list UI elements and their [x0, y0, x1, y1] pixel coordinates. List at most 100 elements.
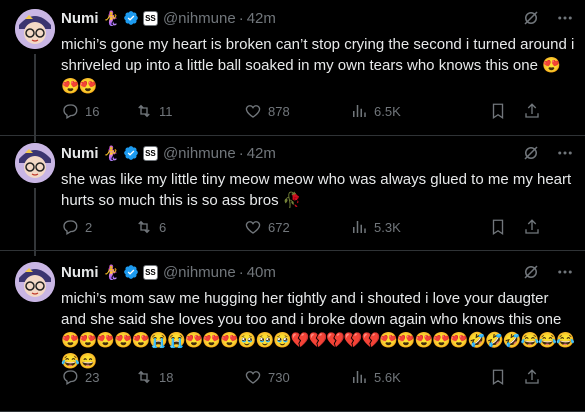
retweet-count: 18	[159, 369, 174, 385]
avatar[interactable]	[15, 143, 55, 183]
separator-dot: ·	[238, 9, 244, 27]
more-options-icon[interactable]	[555, 262, 575, 282]
handle[interactable]: @nihmune	[163, 145, 236, 162]
reply-count: 23	[85, 369, 100, 385]
name-emoji: 🧜‍♀️	[102, 144, 120, 161]
reply-count: 16	[85, 103, 100, 119]
tweet-body: michi’s mom saw me hugging her tightly a…	[61, 290, 562, 328]
retweet-icon	[138, 220, 150, 234]
timestamp[interactable]: 42m	[247, 145, 276, 162]
tweet-body: michi’s gone my heart is broken can’t st…	[61, 36, 575, 74]
bookmark-icon	[492, 219, 504, 236]
display-name[interactable]: Numi	[61, 264, 99, 281]
name-emoji: 🧜‍♀️	[102, 263, 120, 280]
views-button[interactable]: 5.3K	[350, 218, 489, 236]
view-count: 6.5K	[374, 103, 401, 119]
reply-count: 2	[85, 219, 93, 235]
separator-dot: ·	[238, 144, 244, 162]
tweet-header: Numi 🧜‍♀️ SS @nihmune · 40m	[61, 262, 575, 282]
like-button[interactable]: 730	[244, 368, 350, 386]
bookmark-button[interactable]	[489, 218, 523, 236]
share-button[interactable]	[523, 102, 543, 120]
reply-button[interactable]: 2	[61, 218, 135, 236]
reply-button[interactable]: 16	[61, 102, 135, 120]
avatar-image	[15, 9, 55, 49]
tweet[interactable]: Numi 🧜‍♀️ SS @nihmune · 42m she was like…	[0, 136, 585, 256]
views-icon	[353, 105, 366, 117]
reply-icon	[63, 220, 78, 235]
retweet-icon	[138, 104, 150, 118]
heart-icon	[245, 371, 261, 384]
bookmark-icon	[492, 369, 504, 386]
tweet-text: michi’s mom saw me hugging her tightly a…	[61, 288, 575, 372]
name-emoji: 🧜‍♀️	[102, 9, 120, 26]
action-bar: 2 6 672 5.3K	[61, 218, 575, 236]
share-icon	[525, 103, 539, 118]
affiliate-badge[interactable]: SS	[142, 264, 158, 280]
handle[interactable]: @nihmune	[163, 264, 236, 281]
view-count: 5.6K	[374, 369, 401, 385]
avatar-image	[15, 262, 55, 302]
reply-icon	[63, 370, 78, 385]
affiliate-badge[interactable]: SS	[142, 145, 158, 161]
display-name[interactable]: Numi	[61, 10, 99, 27]
tweet-header: Numi 🧜‍♀️ SS @nihmune · 42m	[61, 143, 575, 163]
avatar[interactable]	[15, 262, 55, 302]
retweet-icon	[138, 370, 150, 384]
action-bar: 16 11 878 6.5K	[61, 102, 575, 120]
views-icon	[353, 371, 366, 383]
grok-icon[interactable]	[521, 262, 541, 282]
like-count: 672	[268, 219, 290, 235]
grok-icon[interactable]	[521, 143, 541, 163]
tweet-text: michi’s gone my heart is broken can’t st…	[61, 34, 575, 97]
handle[interactable]: @nihmune	[163, 10, 236, 27]
reply-button[interactable]: 23	[61, 368, 135, 386]
separator-dot: ·	[238, 263, 244, 281]
like-count: 730	[268, 369, 290, 385]
like-button[interactable]: 878	[244, 102, 350, 120]
retweet-button[interactable]: 18	[135, 368, 244, 386]
more-options-icon[interactable]	[555, 8, 575, 28]
retweet-count: 11	[159, 103, 173, 119]
tweet-emojis: 😍😍😍😍😍😭😭😍😍😍🥹🥹🥹💔💔💔💔💔😍😍😍😍😍🤣🤣🤣😂😂😂😂😄	[61, 332, 575, 370]
like-button[interactable]: 672	[244, 218, 350, 236]
verified-badge-icon[interactable]	[123, 264, 139, 280]
bookmark-button[interactable]	[489, 368, 523, 386]
retweet-count: 6	[159, 219, 167, 235]
views-button[interactable]: 5.6K	[350, 368, 489, 386]
share-icon	[525, 219, 539, 234]
verified-badge-icon[interactable]	[123, 10, 139, 26]
views-icon	[353, 221, 366, 233]
heart-icon	[245, 105, 261, 118]
bookmark-icon	[492, 103, 504, 120]
heart-icon	[245, 221, 261, 234]
tweet-emojis: 🥀	[282, 192, 302, 209]
share-button[interactable]	[523, 218, 543, 236]
like-count: 878	[268, 103, 290, 119]
share-button[interactable]	[523, 368, 543, 386]
reply-icon	[63, 104, 78, 119]
retweet-button[interactable]: 6	[135, 218, 244, 236]
retweet-button[interactable]: 11	[135, 102, 244, 120]
share-icon	[525, 369, 539, 384]
tweet[interactable]: Numi 🧜‍♀️ SS @nihmune · 42m michi’s gone…	[0, 0, 585, 142]
tweet-body: she was like my little tiny meow meow wh…	[61, 171, 572, 209]
view-count: 5.3K	[374, 219, 401, 235]
timestamp[interactable]: 42m	[247, 10, 276, 27]
bookmark-button[interactable]	[489, 102, 523, 120]
avatar[interactable]	[15, 9, 55, 49]
views-button[interactable]: 6.5K	[350, 102, 489, 120]
tweet-text: she was like my little tiny meow meow wh…	[61, 169, 575, 211]
verified-badge-icon[interactable]	[123, 145, 139, 161]
tweet-header: Numi 🧜‍♀️ SS @nihmune · 42m	[61, 8, 575, 28]
affiliate-badge[interactable]: SS	[142, 10, 158, 26]
timestamp[interactable]: 40m	[247, 264, 276, 281]
more-options-icon[interactable]	[555, 143, 575, 163]
avatar-image	[15, 143, 55, 183]
display-name[interactable]: Numi	[61, 145, 99, 162]
thread-line	[34, 188, 36, 256]
thread-line	[34, 54, 36, 142]
tweet[interactable]: Numi 🧜‍♀️ SS @nihmune · 40m michi’s mom …	[0, 251, 585, 412]
action-bar: 23 18 730 5.6K	[61, 368, 575, 386]
grok-icon[interactable]	[521, 8, 541, 28]
